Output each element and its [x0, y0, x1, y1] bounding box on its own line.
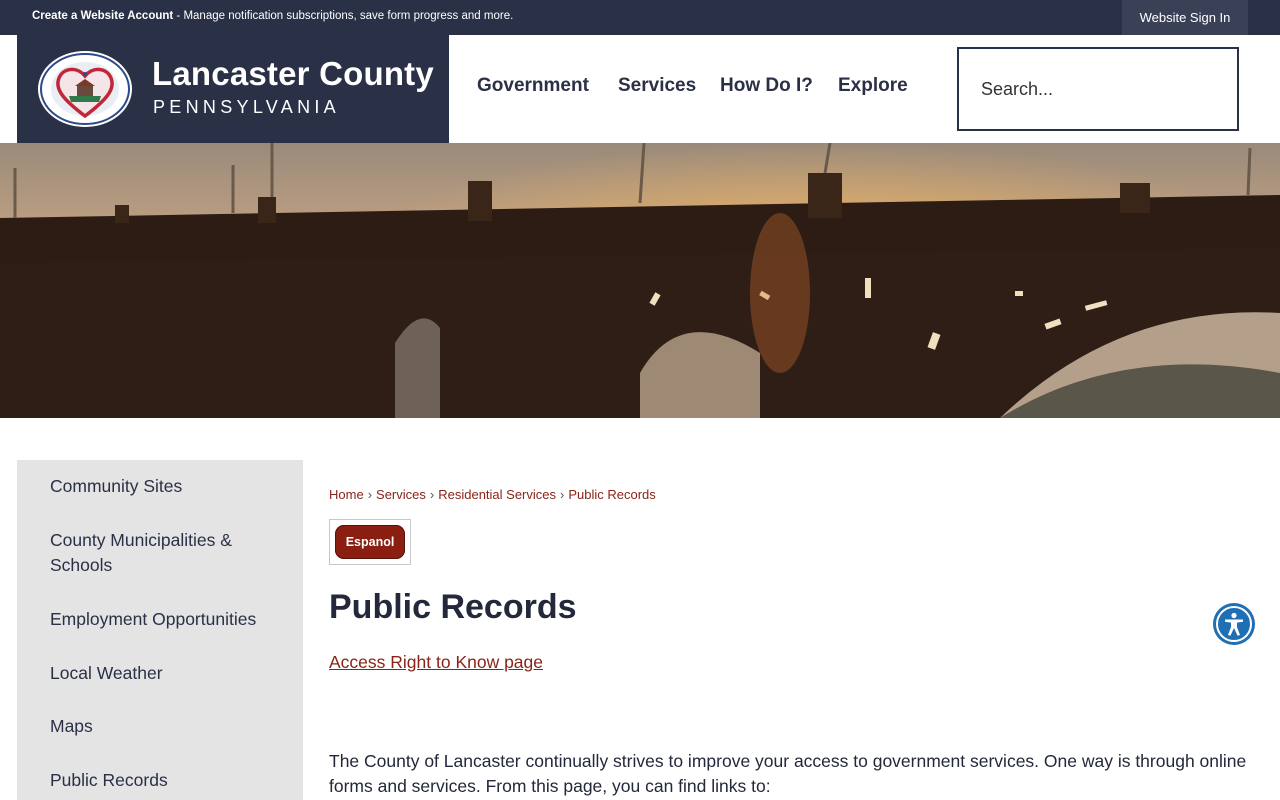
county-seal-icon — [38, 51, 132, 127]
create-account-description: - Manage notification subscriptions, sav… — [173, 10, 514, 22]
website-sign-in-button[interactable]: Website Sign In — [1122, 0, 1248, 35]
breadcrumb-residential-services[interactable]: Residential Services — [438, 487, 556, 502]
breadcrumb-separator: › — [560, 487, 565, 502]
espanol-button-frame: Espanol — [329, 519, 411, 565]
nav-explore[interactable]: Explore — [838, 75, 908, 97]
sidebar-menu: Community Sites County Municipalities & … — [17, 460, 303, 800]
bridge-photo — [0, 143, 1280, 418]
breadcrumb-public-records[interactable]: Public Records — [568, 487, 655, 502]
page-title: Public Records — [329, 588, 577, 626]
right-to-know-link[interactable]: Access Right to Know page — [329, 652, 543, 673]
sidebar-item-maps[interactable]: Maps — [50, 714, 280, 739]
breadcrumb-separator: › — [367, 487, 373, 502]
breadcrumb-separator: › — [429, 487, 435, 502]
sidebar-item-local-weather[interactable]: Local Weather — [50, 661, 280, 686]
nav-services[interactable]: Services — [618, 75, 696, 97]
sidebar-item-community-sites[interactable]: Community Sites — [50, 474, 280, 499]
create-account-link[interactable]: Create a Website Account - Manage notifi… — [32, 10, 513, 22]
nav-how-do-i[interactable]: How Do I? — [720, 75, 813, 97]
sidebar-item-county-municipalities-schools[interactable]: County Municipalities & Schools — [50, 528, 280, 578]
intro-paragraph: The County of Lancaster continually stri… — [329, 751, 1247, 796]
accessibility-button[interactable] — [1213, 603, 1255, 645]
search-input[interactable] — [959, 49, 1199, 129]
espanol-button[interactable]: Espanol — [335, 525, 405, 559]
search-box — [957, 47, 1239, 131]
state-name: PENNSYLVANIA — [153, 97, 340, 117]
sidebar-item-employment-opportunities[interactable]: Employment Opportunities — [50, 607, 280, 632]
county-name: Lancaster County — [152, 55, 434, 92]
hero-banner-image — [0, 143, 1280, 418]
breadcrumb-home[interactable]: Home — [329, 487, 364, 502]
create-account-bold[interactable]: Create a Website Account — [32, 10, 173, 22]
nav-government[interactable]: Government — [477, 75, 589, 97]
accessibility-icon — [1216, 606, 1252, 642]
breadcrumb: Home › Services › Residential Services › Publi… — [329, 487, 656, 502]
sidebar-item-public-records[interactable]: Public Records — [50, 768, 280, 793]
breadcrumb-services[interactable]: Services — [376, 487, 426, 502]
home-logo-link[interactable]: Lancaster County PENNSYLVANIA — [17, 35, 449, 143]
top-bar: Create a Website Account - Manage notifi… — [0, 0, 1280, 35]
